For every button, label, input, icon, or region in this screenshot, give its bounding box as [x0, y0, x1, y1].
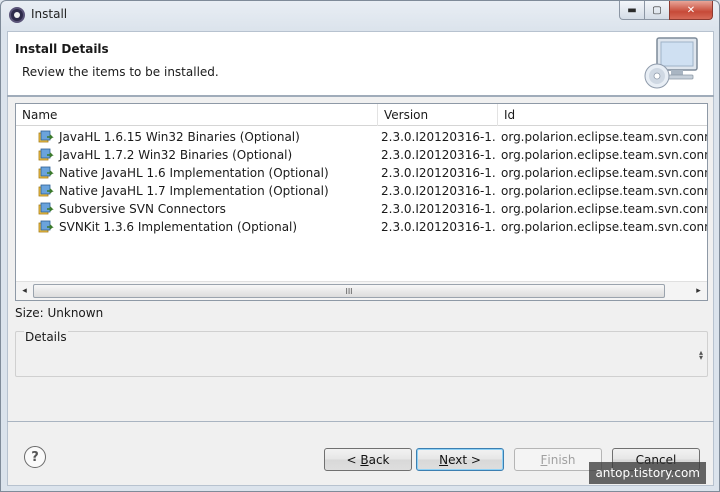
table-row[interactable]: JavaHL 1.7.2 Win32 Binaries (Optional) 2.… — [16, 146, 707, 164]
table-header: Name Version Id — [16, 104, 707, 126]
cell-id: org.polarion.eclipse.team.svn.connector — [501, 130, 707, 144]
details-group: Details ▴ ▾ — [15, 330, 708, 377]
next-button-label: ext > — [448, 452, 481, 467]
wizard-header: Install Details Review the items to be i… — [7, 31, 714, 95]
back-button-mnemonic: B — [360, 452, 369, 467]
back-button[interactable]: < Back — [324, 448, 412, 471]
finish-button-mnemonic: F — [540, 452, 548, 467]
cell-version: 2.3.0.I20120316-1... — [381, 130, 495, 144]
table-body: JavaHL 1.6.15 Win32 Binaries (Optional) 2… — [16, 128, 707, 236]
scroll-thumb[interactable]: III — [33, 284, 665, 298]
cell-version: 2.3.0.I20120316-1... — [381, 166, 495, 180]
feature-plugin-icon — [38, 220, 54, 233]
feature-plugin-icon — [38, 166, 54, 179]
size-label: Size: Unknown — [15, 306, 104, 320]
window-title: Install — [31, 7, 68, 21]
cell-id: org.polarion.eclipse.team.svn.connector — [501, 184, 707, 198]
table-row[interactable]: Native JavaHL 1.7 Implementation (Option… — [16, 182, 707, 200]
finish-button-label: inish — [547, 452, 576, 467]
cell-version: 2.3.0.I20120316-1... — [381, 184, 495, 198]
help-icon: ? — [31, 449, 39, 465]
spin-down-icon[interactable]: ▾ — [699, 354, 703, 362]
page-title: Install Details — [15, 42, 109, 56]
page-description: Review the items to be installed. — [22, 65, 219, 79]
window-controls: ▬ ▢ ✕ — [619, 1, 713, 21]
cell-name: Native JavaHL 1.6 Implementation (Option… — [38, 164, 376, 182]
cell-name: JavaHL 1.6.15 Win32 Binaries (Optional) — [38, 128, 376, 146]
next-button[interactable]: Next > — [416, 448, 504, 471]
column-header-version[interactable]: Version — [378, 104, 498, 126]
install-dialog: Install ▬ ▢ ✕ Install Details Review the… — [0, 0, 720, 492]
cell-name-text: JavaHL 1.6.15 Win32 Binaries (Optional) — [59, 130, 300, 144]
table-row[interactable]: SVNKit 1.3.6 Implementation (Optional) 2.… — [16, 218, 707, 236]
close-button[interactable]: ✕ — [669, 1, 713, 20]
cell-name-text: Subversive SVN Connectors — [59, 202, 226, 216]
scroll-left-icon[interactable]: ◂ — [16, 282, 33, 300]
column-header-id[interactable]: Id — [498, 104, 707, 126]
cell-version: 2.3.0.I20120316-1... — [381, 148, 495, 162]
feature-plugin-icon — [38, 202, 54, 215]
cell-name: Native JavaHL 1.7 Implementation (Option… — [38, 182, 376, 200]
cell-id: org.polarion.eclipse.team.svn.connector — [501, 166, 707, 180]
minimize-button[interactable]: ▬ — [619, 1, 645, 20]
details-label: Details — [24, 330, 68, 344]
back-button-label: ack — [368, 452, 390, 467]
cell-name-text: JavaHL 1.7.2 Win32 Binaries (Optional) — [59, 148, 293, 162]
cell-version: 2.3.0.I20120316-1... — [381, 220, 495, 234]
back-button-prefix: < — [346, 452, 361, 467]
cell-id: org.polarion.eclipse.team.svn.connector — [501, 202, 707, 216]
install-items-table[interactable]: Name Version Id JavaHL 1.6.15 Win32 Bina… — [15, 103, 708, 301]
cell-name-text: Native JavaHL 1.7 Implementation (Option… — [59, 184, 329, 198]
wizard-body: Name Version Id JavaHL 1.6.15 Win32 Bina… — [7, 97, 714, 421]
scroll-grip: III — [345, 286, 353, 296]
cell-name-text: SVNKit 1.3.6 Implementation (Optional) — [59, 220, 298, 234]
monitor-cd-icon — [644, 37, 698, 89]
scroll-right-icon[interactable]: ▸ — [690, 282, 707, 300]
cell-name-text: Native JavaHL 1.6 Implementation (Option… — [59, 166, 329, 180]
close-icon: ✕ — [686, 4, 696, 16]
cell-name: SVNKit 1.3.6 Implementation (Optional) — [38, 218, 376, 236]
cell-id: org.polarion.eclipse.team.svn.connector — [501, 148, 707, 162]
feature-plugin-icon — [38, 184, 54, 197]
cell-version: 2.3.0.I20120316-1... — [381, 202, 495, 216]
details-scroll[interactable]: ▴ ▾ — [699, 349, 703, 362]
cell-id: org.polarion.eclipse.team.svn.connector — [501, 220, 707, 234]
column-header-name[interactable]: Name — [16, 104, 378, 126]
eclipse-icon — [9, 7, 25, 23]
feature-plugin-icon — [38, 148, 54, 161]
cell-name: JavaHL 1.7.2 Win32 Binaries (Optional) — [38, 146, 376, 164]
minimize-icon: ▬ — [627, 4, 637, 16]
next-button-mnemonic: N — [439, 452, 449, 467]
table-row[interactable]: Native JavaHL 1.6 Implementation (Option… — [16, 164, 707, 182]
cell-name: Subversive SVN Connectors — [38, 200, 376, 218]
maximize-button[interactable]: ▢ — [644, 1, 670, 20]
maximize-icon: ▢ — [652, 4, 662, 16]
table-row[interactable]: Subversive SVN Connectors 2.3.0.I20120316… — [16, 200, 707, 218]
table-row[interactable]: JavaHL 1.6.15 Win32 Binaries (Optional) 2… — [16, 128, 707, 146]
watermark: antop.tistory.com — [589, 462, 706, 484]
feature-plugin-icon — [38, 130, 54, 143]
horizontal-scrollbar[interactable]: ◂ III ▸ — [16, 281, 707, 300]
title-bar[interactable]: Install ▬ ▢ ✕ — [1, 1, 719, 29]
help-button[interactable]: ? — [24, 446, 46, 468]
